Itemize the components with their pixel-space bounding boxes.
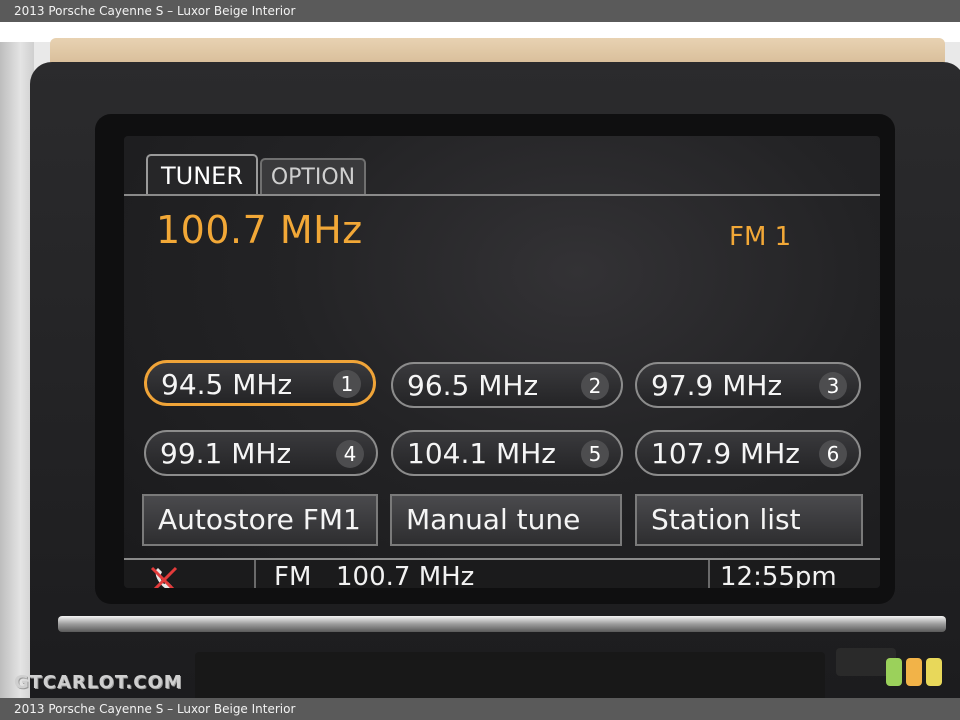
dashboard-photo: TUNER OPTION 100.7 MHz FM 1 94.5 MHz 1 9…: [0, 22, 960, 698]
top-caption: 2013 Porsche Cayenne S – Luxor Beige Int…: [14, 4, 296, 18]
preset-label: 96.5 MHz: [407, 369, 539, 402]
bottom-caption: 2013 Porsche Cayenne S – Luxor Beige Int…: [14, 702, 296, 716]
preset-label: 104.1 MHz: [407, 437, 556, 470]
manual-tune-button[interactable]: Manual tune: [390, 494, 622, 546]
cd-slot: [195, 652, 825, 698]
left-trim: [0, 42, 34, 698]
preset-button-2[interactable]: 96.5 MHz 2: [391, 362, 623, 408]
preset-number: 5: [581, 440, 609, 468]
status-time: 12:55pm TP✓: [720, 562, 837, 588]
preset-button-6[interactable]: 107.9 MHz 6: [635, 430, 861, 476]
preset-number: 2: [581, 372, 609, 400]
orange-tab-icon: [906, 658, 922, 686]
preset-label: 94.5 MHz: [161, 368, 293, 401]
status-divider: [708, 560, 710, 588]
call-status-box[interactable]: [124, 560, 256, 588]
preset-button-3[interactable]: 97.9 MHz 3: [635, 362, 861, 408]
top-caption-bar: 2013 Porsche Cayenne S – Luxor Beige Int…: [0, 0, 960, 22]
bottom-caption-bar: 2013 Porsche Cayenne S – Luxor Beige Int…: [0, 698, 960, 720]
phone-disconnected-icon: [150, 566, 178, 588]
yellow-tab-icon: [926, 658, 942, 686]
station-list-button[interactable]: Station list: [635, 494, 863, 546]
preset-button-1[interactable]: 94.5 MHz 1: [144, 360, 376, 406]
preset-number: 1: [333, 370, 361, 398]
preset-number: 4: [336, 440, 364, 468]
preset-label: 99.1 MHz: [160, 437, 292, 470]
preset-number: 3: [819, 372, 847, 400]
status-frequency: 100.7 MHz: [336, 562, 475, 588]
preset-button-4[interactable]: 99.1 MHz 4: [144, 430, 378, 476]
band-label: FM 1: [729, 222, 792, 252]
autostore-button[interactable]: Autostore FM1: [142, 494, 378, 546]
preset-label: 97.9 MHz: [651, 369, 783, 402]
tab-tuner[interactable]: TUNER: [146, 154, 258, 194]
status-band: FM: [274, 562, 312, 588]
current-frequency: 100.7 MHz: [156, 208, 363, 252]
watermark: GTCARLOT.COM: [14, 672, 183, 693]
status-bar: FM 100.7 MHz 12:55pm TP✓: [124, 558, 880, 588]
chrome-trim-strip: [58, 616, 946, 632]
preset-button-5[interactable]: 104.1 MHz 5: [391, 430, 623, 476]
green-tab-icon: [886, 658, 902, 686]
preset-label: 107.9 MHz: [651, 437, 800, 470]
preset-number: 6: [819, 440, 847, 468]
tab-option[interactable]: OPTION: [260, 158, 366, 194]
tab-divider: [124, 194, 880, 196]
tuner-screen: TUNER OPTION 100.7 MHz FM 1 94.5 MHz 1 9…: [124, 136, 880, 588]
